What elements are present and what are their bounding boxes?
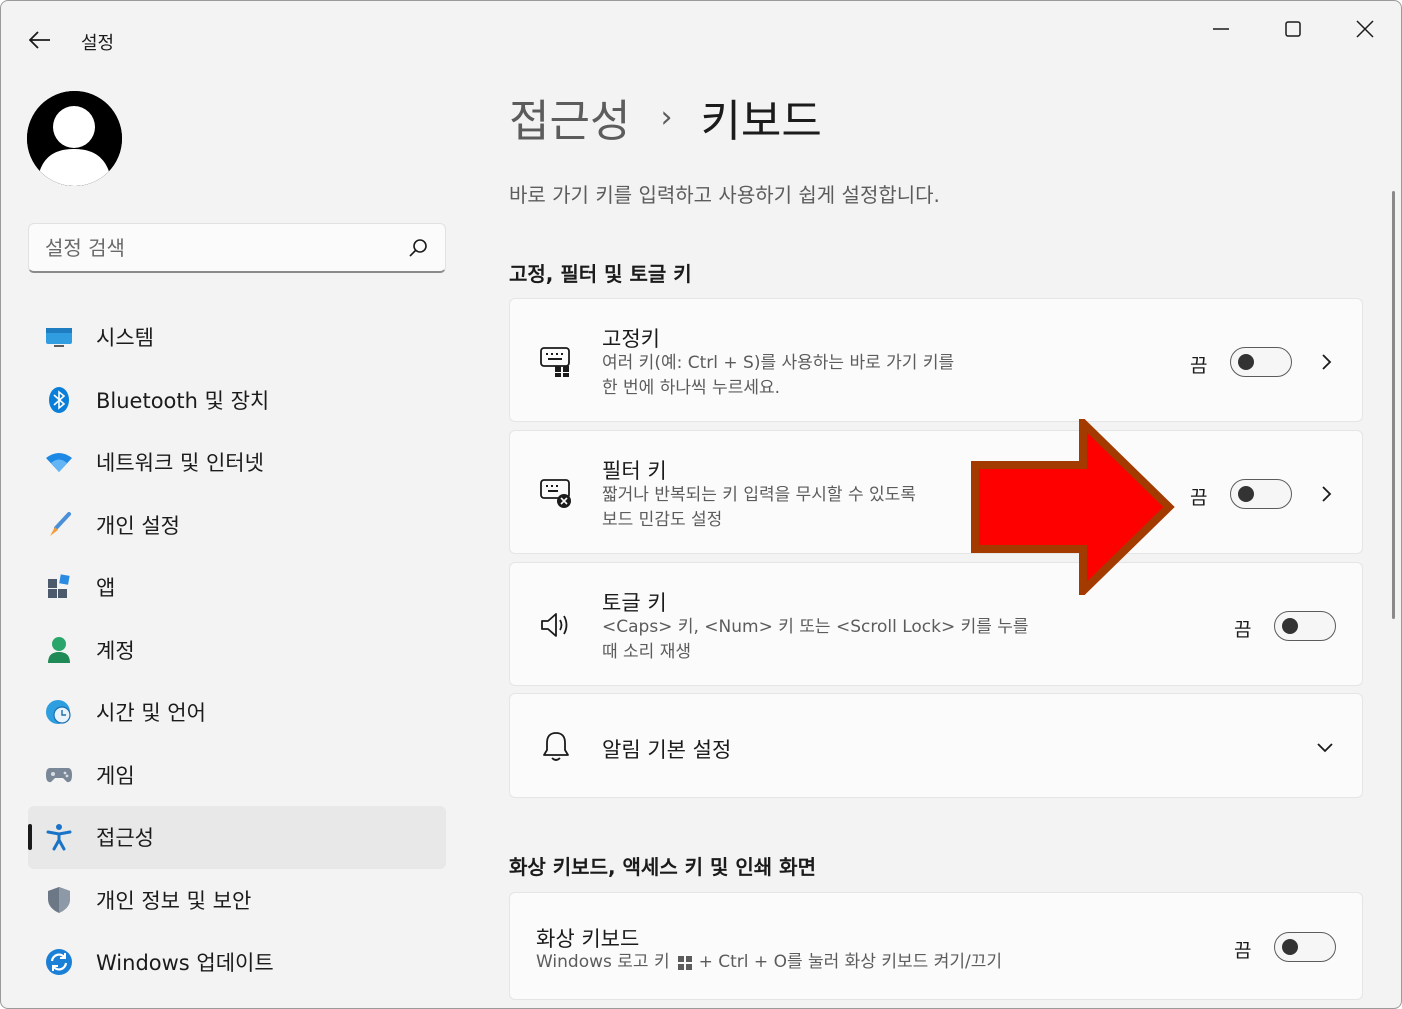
- wifi-icon: [44, 447, 74, 477]
- breadcrumb-parent[interactable]: 접근성: [509, 85, 630, 149]
- chevron-right-icon[interactable]: [1316, 352, 1336, 372]
- apps-icon: [44, 572, 74, 602]
- breadcrumb: 접근성 › 키보드: [509, 87, 822, 147]
- sidebar-item-label: 앱: [96, 576, 116, 601]
- sidebar-item-network[interactable]: 네트워크 및 인터넷: [28, 431, 446, 494]
- speaker-icon: [538, 607, 574, 643]
- toggle-knob: [1238, 486, 1254, 502]
- sticky-keys-desc-line2: 한 번에 하나씩 누르세요.: [602, 378, 781, 398]
- search-box[interactable]: [28, 223, 446, 273]
- sidebar-item-windows-update[interactable]: Windows 업데이트: [28, 931, 446, 994]
- arrow-left-icon: [29, 31, 50, 49]
- notification-preferences-card[interactable]: 알림 기본 설정: [509, 693, 1363, 798]
- chevron-down-icon[interactable]: [1315, 737, 1335, 757]
- sidebar-item-gaming[interactable]: 게임: [28, 744, 446, 807]
- notification-preferences-title: 알림 기본 설정: [602, 738, 732, 762]
- minimize-icon: [1213, 28, 1229, 30]
- page-subtitle: 바로 가기 키를 입력하고 사용하기 쉽게 설정합니다.: [509, 183, 940, 207]
- scrollbar[interactable]: [1392, 191, 1395, 619]
- filter-keys-card[interactable]: 필터 키 짧거나 반복되는 키 입력을 무시할 수 있도록 보드 민감도 설정 …: [509, 430, 1363, 554]
- selection-indicator: [28, 824, 32, 850]
- on-screen-keyboard-title: 화상 키보드: [536, 927, 640, 951]
- toggle-knob: [1238, 354, 1254, 370]
- sticky-keys-toggle[interactable]: [1230, 347, 1292, 377]
- globe-clock-icon: [44, 697, 74, 727]
- page-title: 키보드: [700, 96, 822, 147]
- filter-keys-state: 끔: [1190, 487, 1208, 509]
- sidebar-item-label: 시간 및 언어: [96, 701, 206, 726]
- close-icon: [1356, 20, 1374, 38]
- avatar[interactable]: [27, 91, 122, 186]
- user-icon: [27, 91, 122, 186]
- sidebar-item-label: 개인 설정: [96, 513, 180, 538]
- maximize-icon: [1285, 21, 1301, 37]
- update-icon: [44, 947, 74, 977]
- sidebar-nav: 시스템 Bluetooth 및 장치 네트워크 및 인터넷 개인 설정 앱 계정…: [28, 306, 446, 994]
- toggle-keys-toggle[interactable]: [1274, 611, 1336, 641]
- settings-window: 설정 시스템 Blue: [0, 0, 1402, 1009]
- sticky-keys-title: 고정키: [602, 327, 660, 351]
- maximize-button[interactable]: [1263, 9, 1323, 49]
- title-bar: 설정: [1, 1, 1401, 77]
- sidebar-item-privacy[interactable]: 개인 정보 및 보안: [28, 869, 446, 932]
- account-icon: [44, 635, 74, 665]
- sidebar-item-label: 개인 정보 및 보안: [96, 888, 252, 913]
- osk-desc-part2: + Ctrl + O를 눌러 화상 키보드 켜기/끄기: [698, 952, 1002, 972]
- osk-desc-part1: Windows 로고 키: [536, 952, 670, 972]
- bluetooth-icon: [44, 385, 74, 415]
- toggle-knob: [1282, 939, 1298, 955]
- filter-keys-title: 필터 키: [602, 459, 667, 483]
- shield-icon: [44, 885, 74, 915]
- section-title-osk: 화상 키보드, 액세스 키 및 인쇄 화면: [509, 855, 816, 879]
- close-button[interactable]: [1335, 9, 1395, 49]
- sidebar-item-system[interactable]: 시스템: [28, 306, 446, 369]
- sticky-keys-state: 끔: [1190, 355, 1208, 377]
- filter-keys-toggle[interactable]: [1230, 479, 1292, 509]
- search-input[interactable]: [45, 234, 395, 262]
- sidebar-item-label: 계정: [96, 638, 135, 663]
- sidebar-item-label: 네트워크 및 인터넷: [96, 451, 264, 476]
- bell-icon: [538, 728, 574, 764]
- toggle-keys-title: 토글 키: [602, 591, 667, 615]
- gamepad-icon: [44, 760, 74, 790]
- sidebar-item-bluetooth[interactable]: Bluetooth 및 장치: [28, 369, 446, 432]
- sticky-keys-desc-line1: 여러 키(예: Ctrl + S)를 사용하는 바로 가기 키를: [602, 353, 955, 373]
- app-title: 설정: [81, 33, 115, 54]
- sidebar-item-label: Windows 업데이트: [96, 951, 274, 976]
- windows-logo-icon: [677, 955, 692, 970]
- sidebar-item-accounts[interactable]: 계정: [28, 619, 446, 682]
- section-title-keys: 고정, 필터 및 토글 키: [509, 262, 692, 286]
- breadcrumb-separator: ›: [660, 99, 673, 135]
- sidebar-item-label: 게임: [96, 763, 135, 788]
- sticky-keys-icon: [538, 343, 574, 379]
- sidebar-item-time-language[interactable]: 시간 및 언어: [28, 681, 446, 744]
- brush-icon: [44, 510, 74, 540]
- toggle-keys-state: 끔: [1234, 619, 1252, 641]
- toggle-keys-desc-line1: <Caps> 키, <Num> 키 또는 <Scroll Lock> 키를 누를: [602, 617, 1029, 637]
- search-icon[interactable]: [407, 237, 429, 259]
- system-icon: [44, 322, 74, 352]
- accessibility-icon: [44, 822, 74, 852]
- sidebar-item-label: 접근성: [96, 826, 154, 851]
- sidebar-item-label: Bluetooth 및 장치: [96, 388, 270, 413]
- sticky-keys-card[interactable]: 고정키 여러 키(예: Ctrl + S)를 사용하는 바로 가기 키를 한 번…: [509, 298, 1363, 422]
- on-screen-keyboard-state: 끔: [1234, 940, 1252, 962]
- sidebar-item-label: 시스템: [96, 326, 154, 351]
- on-screen-keyboard-toggle[interactable]: [1274, 932, 1336, 962]
- toggle-knob: [1282, 618, 1298, 634]
- sidebar-item-apps[interactable]: 앱: [28, 556, 446, 619]
- on-screen-keyboard-desc: Windows 로고 키 + Ctrl + O를 눌러 화상 키보드 켜기/끄기: [536, 950, 1136, 975]
- on-screen-keyboard-card: 화상 키보드 Windows 로고 키 + Ctrl + O를 눌러 화상 키보…: [509, 892, 1363, 1000]
- minimize-button[interactable]: [1191, 9, 1251, 49]
- annotation-arrow: [971, 419, 1175, 595]
- filter-keys-icon: [538, 475, 574, 511]
- sidebar-item-accessibility[interactable]: 접근성: [28, 806, 446, 869]
- toggle-keys-card: 토글 키 <Caps> 키, <Num> 키 또는 <Scroll Lock> …: [509, 562, 1363, 686]
- back-button[interactable]: [23, 25, 57, 55]
- chevron-right-icon[interactable]: [1316, 484, 1336, 504]
- sidebar-item-personalization[interactable]: 개인 설정: [28, 494, 446, 557]
- toggle-keys-desc-line2: 때 소리 재생: [602, 642, 692, 662]
